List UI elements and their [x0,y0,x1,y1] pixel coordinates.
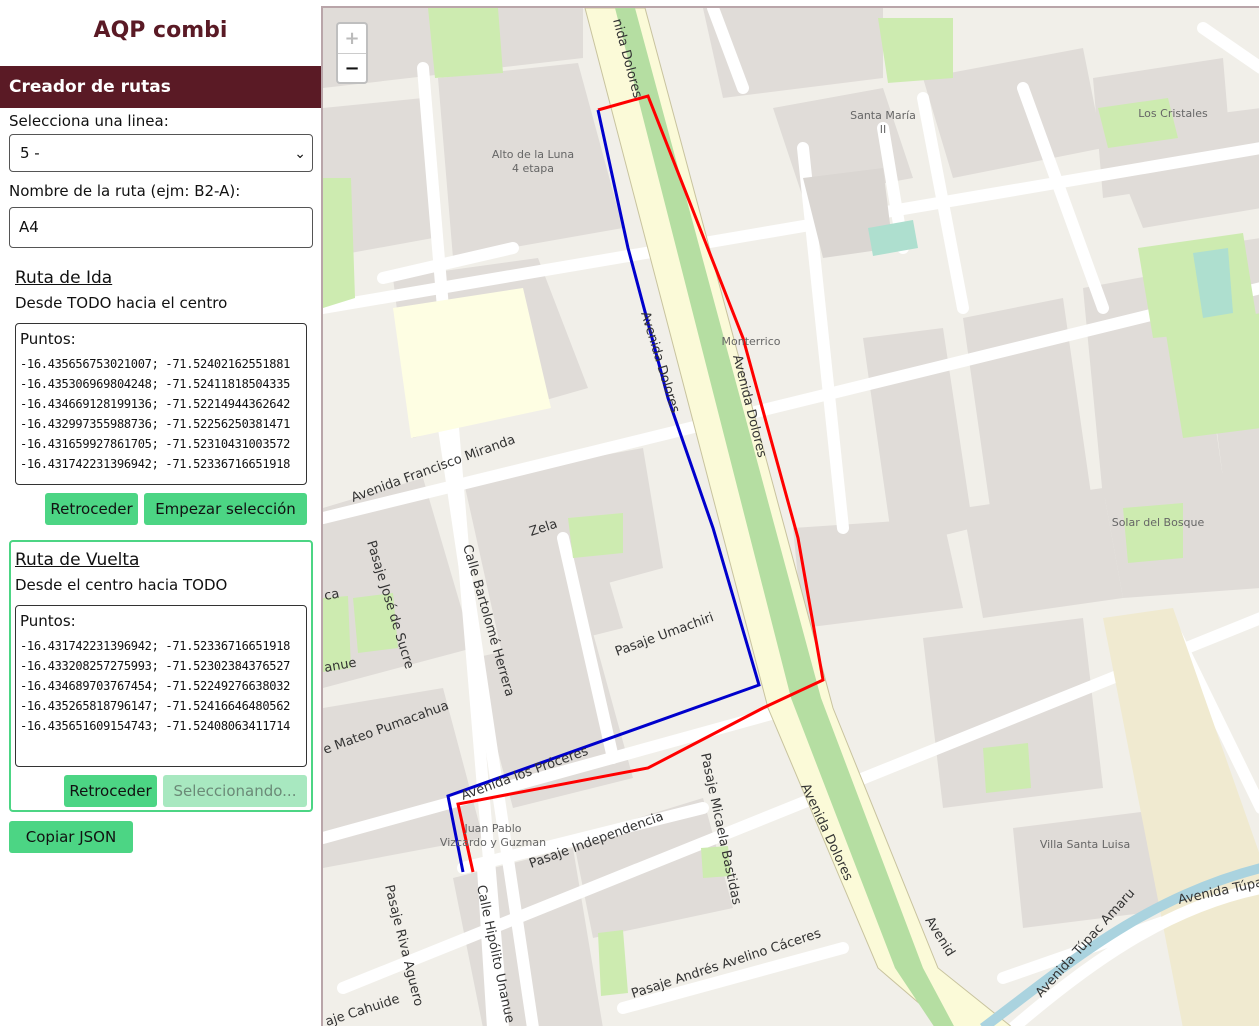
ida-point: -16.431659927861705; -71.52310431003572 [20,437,291,451]
map-place-label: Santa María [850,109,916,122]
vuelta-points-label: Puntos: [20,612,76,630]
copy-json-button[interactable]: Copiar JSON [9,821,133,853]
ida-points-label: Puntos: [20,330,76,348]
map-place-label: 4 etapa [512,162,554,175]
zoom-in-button[interactable]: + [338,24,366,54]
ida-title: Ruta de Ida [15,268,113,288]
vuelta-point: -16.435651609154743; -71.52408063411714 [20,719,291,733]
chevron-down-icon: ⌄ [294,146,306,162]
route-creator-header: Creador de rutas [0,66,321,108]
line-select-value: 5 - [20,144,40,162]
map-place-label: Monterrico [722,335,781,348]
ida-point: -16.432997355988736; -71.52256250381471 [20,417,291,431]
ida-point: -16.434669128199136; -71.52214944362642 [20,397,291,411]
ida-point: -16.435306969804248; -71.52411818504335 [20,377,291,391]
sidebar: AQP combi Creador de rutas Selecciona un… [0,0,321,1026]
map-label: ca [323,587,340,604]
vuelta-title: Ruta de Vuelta [15,550,140,570]
map-place-label: Solar del Bosque [1112,516,1205,529]
map-place-label: Alto de la Luna [492,148,574,161]
ida-points-box[interactable]: Puntos: -16.435656753021007; -71.5240216… [15,323,307,485]
vuelta-point: -16.431742231396942; -71.52336716651918 [20,639,291,653]
map-place-label: Vizcardo y Guzman [440,836,546,849]
ida-description: Desde TODO hacia el centro [15,294,228,312]
ida-back-button[interactable]: Retroceder [45,493,138,525]
route-name-input[interactable]: A4 [9,207,313,248]
map-label: Pasaje Umachiri [613,610,716,660]
zoom-control: + − [336,22,368,84]
app-title: AQP combi [93,18,228,43]
ida-point: -16.431742231396942; -71.52336716651918 [20,457,291,471]
map-place-label: Juan Pablo [463,822,521,835]
line-select[interactable]: 5 - ⌄ [9,134,313,172]
ida-point: -16.435656753021007; -71.52402162551881 [20,357,291,371]
vuelta-point: -16.433208257275993; -71.52302384376527 [20,659,291,673]
vuelta-selecting-button[interactable]: Seleccionando... [163,775,307,807]
vuelta-points-box[interactable]: Puntos: -16.431742231396942; -71.5233671… [15,605,307,767]
map-label: Pasaje Riva Aguero [381,883,426,1008]
vuelta-back-button[interactable]: Retroceder [64,775,157,807]
map-label: aje Cahuide [324,992,402,1026]
map-place-label: II [880,123,887,136]
zoom-out-button[interactable]: − [338,54,366,83]
route-name-label: Nombre de la ruta (ejm: B2-A): [9,182,241,200]
yellow-area [393,288,551,438]
vuelta-description: Desde el centro hacia TODO [15,576,228,594]
map-place-label: Los Cristales [1138,107,1208,120]
line-select-label: Selecciona una linea: [9,112,169,130]
map[interactable]: nida Dolores Avenida Dolores Avenida Dol… [321,6,1259,1026]
ida-start-selection-button[interactable]: Empezar selección [144,493,307,525]
vuelta-point: -16.434689703767454; -71.52249276638032 [20,679,291,693]
vuelta-point: -16.435265818796147; -71.52416646480562 [20,699,291,713]
map-canvas[interactable]: nida Dolores Avenida Dolores Avenida Dol… [323,8,1259,1026]
map-place-label: Villa Santa Luisa [1040,838,1130,851]
